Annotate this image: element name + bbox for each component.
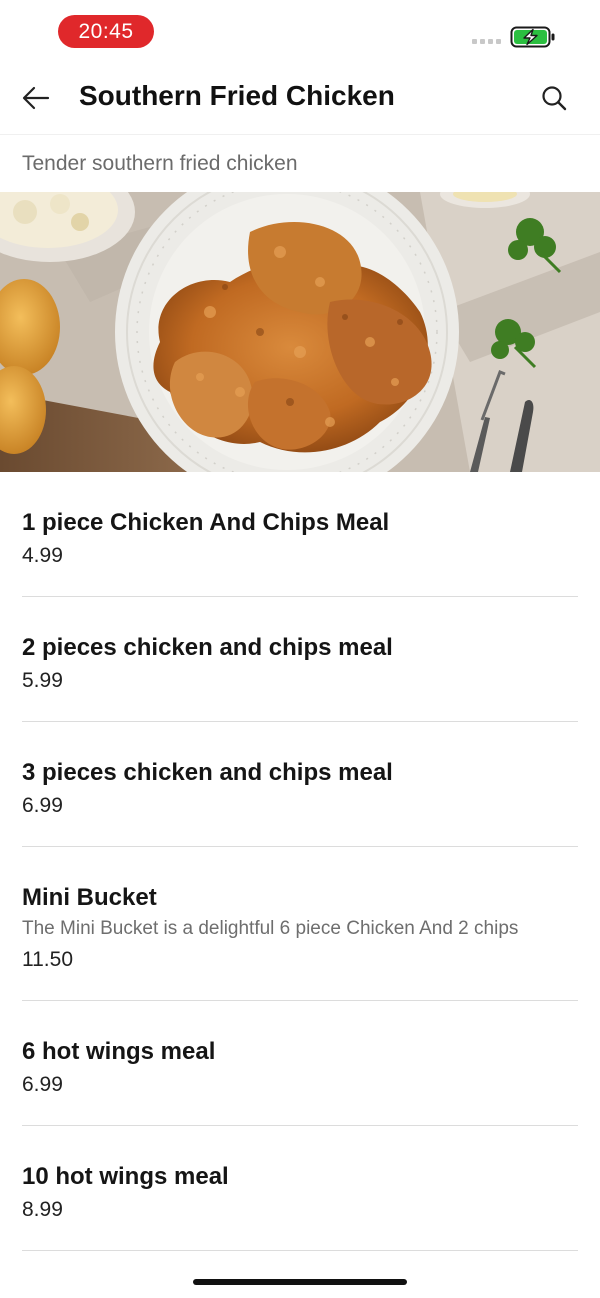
search-icon bbox=[542, 86, 567, 111]
home-indicator[interactable] bbox=[193, 1279, 407, 1285]
menu-item[interactable]: Mini Bucket The Mini Bucket is a delight… bbox=[0, 847, 600, 1001]
back-button[interactable] bbox=[14, 76, 58, 120]
fried-chicken-image bbox=[0, 192, 600, 472]
menu-item-list: 1 piece Chicken And Chips Meal 4.99 2 pi… bbox=[0, 472, 600, 1251]
menu-item-price: 6.99 bbox=[22, 1073, 63, 1096]
menu-item-name: 2 pieces chicken and chips meal bbox=[22, 634, 393, 661]
status-time: 20:45 bbox=[58, 15, 154, 48]
category-hero-image bbox=[0, 192, 600, 472]
app-header: Southern Fried Chicken bbox=[0, 62, 600, 134]
category-description: Tender southern fried chicken bbox=[22, 152, 298, 175]
menu-item-name: Mini Bucket bbox=[22, 884, 157, 911]
menu-item[interactable]: 3 pieces chicken and chips meal 6.99 bbox=[0, 722, 600, 847]
signal-icon bbox=[472, 39, 501, 44]
page-title: Southern Fried Chicken bbox=[79, 80, 395, 111]
menu-item-price: 4.99 bbox=[22, 544, 63, 567]
menu-item[interactable]: 10 hot wings meal 8.99 bbox=[0, 1126, 600, 1251]
menu-item-name: 3 pieces chicken and chips meal bbox=[22, 759, 393, 786]
search-button[interactable] bbox=[532, 76, 576, 120]
menu-item-price: 6.99 bbox=[22, 794, 63, 817]
menu-item[interactable]: 2 pieces chicken and chips meal 5.99 bbox=[0, 597, 600, 722]
menu-item[interactable]: 1 piece Chicken And Chips Meal 4.99 bbox=[0, 472, 600, 597]
menu-item[interactable]: 6 hot wings meal 6.99 bbox=[0, 1001, 600, 1126]
menu-item-price: 11.50 bbox=[22, 948, 73, 971]
arrow-left-icon bbox=[22, 86, 50, 110]
menu-item-name: 6 hot wings meal bbox=[22, 1038, 216, 1065]
status-bar: 20:45 bbox=[0, 0, 600, 62]
menu-item-name: 1 piece Chicken And Chips Meal bbox=[22, 509, 390, 536]
battery-charging-icon bbox=[510, 26, 555, 48]
menu-item-price: 5.99 bbox=[22, 669, 63, 692]
menu-item-description: The Mini Bucket is a delightful 6 piece … bbox=[22, 918, 519, 939]
menu-item-name: 10 hot wings meal bbox=[22, 1163, 229, 1190]
menu-item-price: 8.99 bbox=[22, 1198, 63, 1221]
header-divider bbox=[0, 134, 600, 135]
